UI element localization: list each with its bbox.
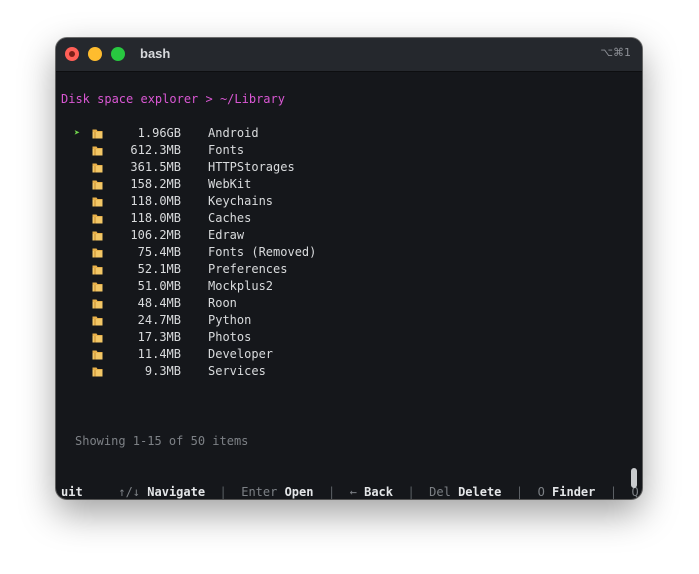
window-shortcut: ⌥⌘1: [600, 46, 631, 59]
delete-label: Delete: [458, 485, 502, 499]
folder-icon: [91, 246, 104, 258]
item-name: Services: [208, 364, 266, 378]
minimize-button[interactable]: [88, 47, 102, 61]
finder-label: Finder: [552, 485, 596, 499]
folder-icon: [91, 331, 104, 343]
navigate-label: Navigate: [147, 485, 206, 499]
folder-icon: [91, 127, 104, 139]
item-size: 11.4MB: [137, 347, 181, 361]
file-list-item[interactable]: ➤ 1.96GB Android: [61, 125, 601, 142]
item-name: Fonts: [208, 143, 245, 157]
file-list-item[interactable]: 17.3MB Photos: [61, 329, 601, 346]
status-line: Showing 1-15 of 50 items: [75, 434, 249, 448]
folder-icon: [91, 365, 104, 377]
item-name: Developer: [208, 347, 274, 361]
folder-icon: [91, 195, 104, 207]
item-name: Preferences: [208, 262, 288, 276]
item-name: WebKit: [208, 177, 252, 191]
terminal-window: bash ⌥⌘1 Disk space explorer > ~/Library…: [56, 38, 642, 499]
item-name: Roon: [208, 296, 237, 310]
help-separator: |: [407, 485, 415, 499]
folder-icon: [91, 178, 104, 190]
file-list-item[interactable]: 51.0MB Mockplus2: [61, 278, 601, 295]
quit-label-wrap: uit: [61, 485, 83, 499]
window-title: bash: [140, 46, 171, 61]
item-size: 75.4MB: [137, 245, 181, 259]
folder-icon: [91, 144, 104, 156]
delete-key: Del: [429, 485, 451, 499]
folder-icon: [91, 297, 104, 309]
file-list-item[interactable]: 361.5MB HTTPStorages: [61, 159, 601, 176]
item-name: Edraw: [208, 228, 245, 242]
back-label: Back: [364, 485, 393, 499]
item-name: Keychains: [208, 194, 274, 208]
help-line: ↑/↓ Navigate | Enter Open | ← Back | Del…: [75, 467, 642, 499]
finder-key: O: [537, 485, 545, 499]
item-name: Photos: [208, 330, 252, 344]
file-list-item[interactable]: 118.0MB Caches: [61, 210, 601, 227]
item-size: 158.2MB: [130, 177, 181, 191]
item-size: 612.3MB: [130, 143, 181, 157]
item-size: 24.7MB: [137, 313, 181, 327]
help-separator: |: [609, 485, 618, 499]
terminal-content[interactable]: Disk space explorer > ~/Library ➤ 1.96GB A…: [61, 71, 642, 499]
navigate-key: ↑/↓: [118, 485, 141, 499]
item-size: 17.3MB: [137, 330, 181, 344]
item-size: 48.4MB: [137, 296, 181, 310]
file-list-item[interactable]: 52.1MB Preferences: [61, 261, 601, 278]
file-list-item[interactable]: 118.0MB Keychains: [61, 193, 601, 210]
item-size: 52.1MB: [137, 262, 181, 276]
item-size: 361.5MB: [130, 160, 181, 174]
selection-cursor-icon: ➤: [74, 128, 81, 139]
item-size: 1.96GB: [137, 126, 181, 140]
item-size: 106.2MB: [130, 228, 181, 242]
folder-icon: [91, 263, 104, 275]
open-key: Enter: [241, 485, 278, 499]
folder-icon: [91, 280, 104, 292]
file-list-item[interactable]: 612.3MB Fonts: [61, 142, 601, 159]
item-size: 118.0MB: [130, 194, 181, 208]
explorer-header: Disk space explorer > ~/Library: [61, 92, 285, 106]
file-list-item[interactable]: 11.4MB Developer: [61, 346, 601, 363]
help-separator: |: [219, 485, 227, 499]
item-size: 118.0MB: [130, 211, 181, 225]
item-name: HTTPStorages: [208, 160, 295, 174]
item-name: Python: [208, 313, 252, 327]
file-list-item[interactable]: 75.4MB Fonts (Removed): [61, 244, 601, 261]
open-label: Open: [284, 485, 314, 499]
file-list-item[interactable]: 48.4MB Roon: [61, 295, 601, 312]
folder-icon: [91, 314, 104, 326]
close-button[interactable]: [65, 47, 79, 61]
folder-icon: [91, 229, 104, 241]
help-separator: |: [327, 485, 336, 499]
scrollbar-thumb[interactable]: [631, 468, 637, 488]
folder-icon: [91, 348, 104, 360]
item-size: 9.3MB: [144, 364, 181, 378]
zoom-button[interactable]: [111, 47, 125, 61]
file-list-item[interactable]: 24.7MB Python: [61, 312, 601, 329]
item-name: Android: [208, 126, 259, 140]
item-size: 51.0MB: [137, 279, 181, 293]
item-name: Mockplus2: [208, 279, 274, 293]
item-name: Fonts (Removed): [208, 245, 317, 259]
file-list-item[interactable]: 158.2MB WebKit: [61, 176, 601, 193]
item-name: Caches: [208, 211, 252, 225]
folder-icon: [91, 212, 104, 224]
file-list-item[interactable]: 9.3MB Services: [61, 363, 601, 380]
help-separator: |: [515, 485, 524, 499]
folder-icon: [91, 161, 104, 173]
back-key: ←: [349, 485, 357, 499]
title-bar[interactable]: bash ⌥⌘1: [56, 38, 642, 72]
file-list-item[interactable]: 106.2MB Edraw: [61, 227, 601, 244]
